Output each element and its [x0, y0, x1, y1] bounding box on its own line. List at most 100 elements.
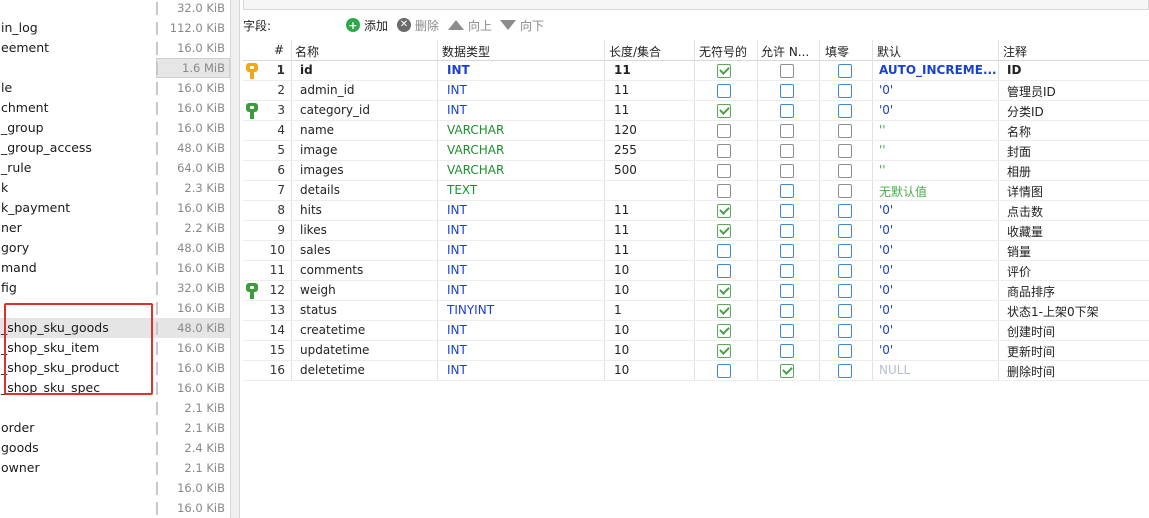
- field-default[interactable]: '0': [879, 263, 893, 277]
- field-comment[interactable]: 商品排序: [1007, 283, 1055, 300]
- field-comment[interactable]: 封面: [1007, 143, 1031, 160]
- unsigned-checkbox[interactable]: [717, 344, 731, 358]
- col-comment-header[interactable]: 注释: [1003, 43, 1027, 60]
- field-type[interactable]: INT: [447, 243, 467, 257]
- move-up-button[interactable]: 向上: [448, 16, 492, 34]
- nullable-checkbox[interactable]: [780, 184, 794, 198]
- table-list-item[interactable]: k_payment 16.0 KiB: [0, 198, 230, 218]
- nullable-checkbox[interactable]: [780, 124, 794, 138]
- field-length[interactable]: 1: [614, 303, 622, 317]
- field-comment[interactable]: 分类ID: [1007, 103, 1044, 120]
- nullable-checkbox[interactable]: [780, 104, 794, 118]
- field-comment[interactable]: 详情图: [1007, 183, 1043, 200]
- field-default[interactable]: '0': [879, 303, 893, 317]
- field-row[interactable]: 2 admin_id INT 11 '0' 管理员ID: [243, 81, 1149, 101]
- col-num-header[interactable]: #: [274, 43, 284, 57]
- field-row[interactable]: 15 updatetime INT 10 '0' 更新时间: [243, 341, 1149, 361]
- field-comment[interactable]: 点击数: [1007, 203, 1043, 220]
- zerofill-checkbox[interactable]: [838, 244, 852, 258]
- field-row[interactable]: 6 images VARCHAR 500 '' 相册: [243, 161, 1149, 181]
- unsigned-checkbox[interactable]: [717, 304, 731, 318]
- unsigned-checkbox[interactable]: [717, 364, 731, 378]
- zerofill-checkbox[interactable]: [838, 164, 852, 178]
- nullable-checkbox[interactable]: [780, 84, 794, 98]
- table-list-item[interactable]: 16.0 KiB: [0, 298, 230, 318]
- table-list-item[interactable]: fig 32.0 KiB: [0, 278, 230, 298]
- table-list-item[interactable]: ner 2.2 KiB: [0, 218, 230, 238]
- table-list-item[interactable]: _group_access 48.0 KiB: [0, 138, 230, 158]
- field-row[interactable]: 1 id INT 11 AUTO_INCREME... ID: [243, 61, 1149, 81]
- add-field-button[interactable]: + 添加: [346, 16, 388, 34]
- field-row[interactable]: 13 status TINYINT 1 '0' 状态1-上架0下架: [243, 301, 1149, 321]
- field-type[interactable]: TINYINT: [447, 303, 494, 317]
- field-default[interactable]: '0': [879, 323, 893, 337]
- unsigned-checkbox[interactable]: [717, 164, 731, 178]
- field-name[interactable]: admin_id: [300, 83, 355, 97]
- field-type[interactable]: VARCHAR: [447, 123, 504, 137]
- field-name[interactable]: createtime: [300, 323, 365, 337]
- table-list-item[interactable]: mand 16.0 KiB: [0, 258, 230, 278]
- table-list-item[interactable]: _shop_sku_spec 16.0 KiB: [0, 378, 230, 398]
- field-comment[interactable]: 更新时间: [1007, 343, 1055, 360]
- zerofill-checkbox[interactable]: [838, 144, 852, 158]
- zerofill-checkbox[interactable]: [838, 224, 852, 238]
- unsigned-checkbox[interactable]: [717, 144, 731, 158]
- field-row[interactable]: 12 weigh INT 10 '0' 商品排序: [243, 281, 1149, 301]
- field-row[interactable]: 16 deletetime INT 10 NULL 删除时间: [243, 361, 1149, 381]
- table-list-item[interactable]: _shop_sku_product 16.0 KiB: [0, 358, 230, 378]
- table-list-item[interactable]: 32.0 KiB: [0, 0, 230, 18]
- unsigned-checkbox[interactable]: [717, 204, 731, 218]
- table-list-item[interactable]: _group 16.0 KiB: [0, 118, 230, 138]
- field-name[interactable]: deletetime: [300, 363, 365, 377]
- nullable-checkbox[interactable]: [780, 324, 794, 338]
- nullable-checkbox[interactable]: [780, 344, 794, 358]
- unsigned-checkbox[interactable]: [717, 284, 731, 298]
- zerofill-checkbox[interactable]: [838, 324, 852, 338]
- field-default[interactable]: '0': [879, 203, 893, 217]
- field-type[interactable]: VARCHAR: [447, 143, 504, 157]
- nullable-checkbox[interactable]: [780, 224, 794, 238]
- nullable-checkbox[interactable]: [780, 304, 794, 318]
- field-row[interactable]: 14 createtime INT 10 '0' 创建时间: [243, 321, 1149, 341]
- field-name[interactable]: details: [300, 183, 340, 197]
- table-list-item[interactable]: chment 16.0 KiB: [0, 98, 230, 118]
- field-comment[interactable]: 相册: [1007, 163, 1031, 180]
- unsigned-checkbox[interactable]: [717, 184, 731, 198]
- table-list-item[interactable]: 16.0 KiB: [0, 498, 230, 518]
- table-list-item[interactable]: _shop_sku_goods 48.0 KiB: [0, 318, 230, 338]
- field-name[interactable]: sales: [300, 243, 331, 257]
- field-comment[interactable]: 收藏量: [1007, 223, 1043, 240]
- field-default[interactable]: AUTO_INCREME...: [879, 63, 997, 77]
- field-length[interactable]: 11: [614, 223, 629, 237]
- zerofill-checkbox[interactable]: [838, 344, 852, 358]
- field-name[interactable]: hits: [300, 203, 322, 217]
- move-down-button[interactable]: 向下: [500, 16, 544, 34]
- table-list-item[interactable]: gory 48.0 KiB: [0, 238, 230, 258]
- nullable-checkbox[interactable]: [780, 244, 794, 258]
- field-comment[interactable]: 状态1-上架0下架: [1007, 303, 1099, 320]
- field-row[interactable]: 10 sales INT 11 '0' 销量: [243, 241, 1149, 261]
- col-default-header[interactable]: 默认: [877, 43, 901, 60]
- field-name[interactable]: status: [300, 303, 337, 317]
- zerofill-checkbox[interactable]: [838, 364, 852, 378]
- zerofill-checkbox[interactable]: [838, 184, 852, 198]
- field-comment[interactable]: 销量: [1007, 243, 1031, 260]
- field-length[interactable]: 10: [614, 343, 629, 357]
- col-length-header[interactable]: 长度/集合: [609, 43, 661, 60]
- field-length[interactable]: 120: [614, 123, 637, 137]
- field-type[interactable]: INT: [447, 263, 467, 277]
- unsigned-checkbox[interactable]: [717, 224, 731, 238]
- field-type[interactable]: INT: [447, 83, 467, 97]
- table-list-item[interactable]: _rule 64.0 KiB: [0, 158, 230, 178]
- field-length[interactable]: 11: [614, 203, 629, 217]
- table-list-item[interactable]: 16.0 KiB: [0, 478, 230, 498]
- field-default[interactable]: '': [879, 123, 886, 137]
- field-type[interactable]: INT: [447, 63, 470, 77]
- field-type[interactable]: INT: [447, 203, 467, 217]
- field-comment[interactable]: 管理员ID: [1007, 83, 1056, 100]
- field-name[interactable]: id: [300, 63, 313, 77]
- table-list-item[interactable]: le 16.0 KiB: [0, 78, 230, 98]
- zerofill-checkbox[interactable]: [838, 284, 852, 298]
- field-comment[interactable]: ID: [1007, 63, 1021, 77]
- delete-field-button[interactable]: ✕ 删除: [397, 16, 439, 34]
